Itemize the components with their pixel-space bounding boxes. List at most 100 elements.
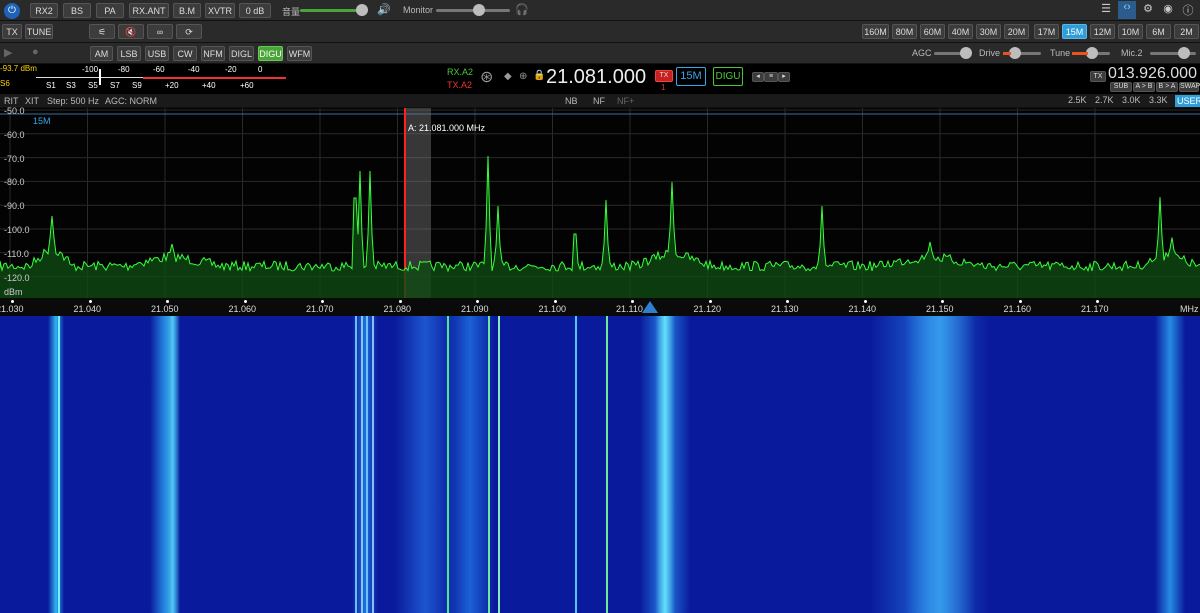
band-button-60m[interactable]: 60M [920, 24, 945, 39]
tx-badge[interactable]: TX [655, 70, 673, 82]
filter-button-2.5k[interactable]: 2.5K [1068, 95, 1087, 105]
filter-button-2.7k[interactable]: 2.7K [1095, 95, 1114, 105]
freq-tick-mark [553, 300, 557, 303]
waterfall-carrier-line [488, 316, 490, 613]
agc-slider[interactable] [934, 47, 972, 59]
rx-ant-button[interactable]: RX.ANT [129, 3, 169, 18]
meter-scale-bottom: S7 [110, 81, 120, 90]
filter-button-user[interactable]: USER [1175, 95, 1200, 107]
tune-slider[interactable] [1072, 47, 1110, 59]
agc-mode-label[interactable]: AGC: NORM [105, 96, 157, 106]
band-button-20m[interactable]: 20M [1004, 24, 1029, 39]
waterfall-signal-band [165, 316, 180, 613]
nf-button[interactable]: NF [593, 96, 605, 106]
mode-button-usb[interactable]: USB [145, 46, 169, 61]
vfo-band-button[interactable]: 15M [676, 67, 706, 86]
info-icon[interactable]: ⓘ [1180, 2, 1196, 18]
meter-scale-top: -40 [188, 65, 200, 74]
sub-vfo-button[interactable]: SUB [1110, 82, 1132, 92]
waterfall-carrier-line [575, 316, 577, 613]
step-label[interactable]: Step: 500 Hz [47, 96, 99, 106]
play-icon[interactable]: ⟳ [176, 24, 202, 39]
tag-icon[interactable]: ◆ [504, 71, 512, 82]
play-button-icon[interactable]: ▶ [4, 46, 12, 59]
vfo-next-button[interactable]: ▸ [778, 72, 790, 82]
mute-icon[interactable]: 🔇 [118, 24, 144, 39]
mic-slider[interactable] [1150, 47, 1196, 59]
waterfall-carrier-line [372, 316, 374, 613]
speaker-icon[interactable]: 🔊 [377, 3, 391, 16]
vfo-menu-button[interactable]: ≡ [764, 72, 778, 82]
waterfall[interactable] [0, 316, 1200, 613]
band-button-15m[interactable]: 15M [1062, 24, 1087, 39]
band-button-2m[interactable]: 2M [1174, 24, 1199, 39]
vfo-frequency[interactable]: 21.081.000 [546, 66, 646, 89]
vfo-mode-button[interactable]: DIGU [713, 67, 743, 86]
freq-scale-label: 21.040 [73, 304, 102, 314]
bs-button[interactable]: BS [63, 3, 91, 18]
sub-vfo-frequency[interactable]: 013.926.000 [1108, 65, 1197, 83]
mode-button-cw[interactable]: CW [173, 46, 197, 61]
filter-button-3.0k[interactable]: 3.0K [1122, 95, 1141, 105]
band-button-80m[interactable]: 80M [892, 24, 917, 39]
tuning-knob-icon[interactable]: ⊛ [480, 67, 493, 87]
mode-button-digl[interactable]: DIGL [229, 46, 254, 61]
add-icon[interactable]: ⊕ [519, 71, 527, 82]
lock-icon[interactable]: 🔒 [533, 70, 545, 81]
attenuator-button[interactable]: 0 dB [239, 3, 271, 18]
band-button-30m[interactable]: 30M [976, 24, 1001, 39]
band-button-12m[interactable]: 12M [1090, 24, 1115, 39]
vfo-marker-label: A: 21.081.000 MHz [408, 123, 486, 133]
freq-scale-label: 21.130 [771, 304, 799, 314]
center-marker-icon[interactable] [642, 301, 658, 313]
freq-tick-mark [476, 300, 479, 303]
nb-button[interactable]: NB [565, 96, 578, 106]
volume-slider[interactable] [300, 4, 368, 16]
band-button-10m[interactable]: 10M [1118, 24, 1143, 39]
mode-toolbar: ▶ ● AM LSB USB CW NFM DIGL DIGU WFM AGC Drive T… [0, 43, 1200, 64]
eq-icon[interactable]: ⚟ [89, 24, 115, 39]
band-button-40m[interactable]: 40M [948, 24, 973, 39]
nfplus-button[interactable]: NF+ [617, 96, 634, 106]
rx2-button[interactable]: RX2 [30, 3, 58, 18]
code-icon[interactable]: ‹› [1118, 1, 1136, 19]
bm-button[interactable]: B.M [173, 3, 201, 18]
frequency-axis[interactable]: 21.030 21.040 21.050 21.060 21.070 21.080 21.0… [0, 298, 1200, 316]
db-scale-label: -50.0 [4, 106, 25, 116]
sub-vfo-button[interactable]: B > A [1156, 82, 1178, 92]
band-button-6m[interactable]: 6M [1146, 24, 1171, 39]
sub-tx-badge[interactable]: TX [1090, 71, 1106, 82]
list-icon[interactable]: ☰ [1098, 2, 1114, 15]
sub-vfo-button[interactable]: A > B [1133, 82, 1155, 92]
xvtr-button[interactable]: XVTR [205, 3, 235, 18]
filter-button-3.3k[interactable]: 3.3K [1149, 95, 1168, 105]
tx-number: 1 [661, 83, 666, 92]
mode-button-lsb[interactable]: LSB [117, 46, 141, 61]
mode-button-wfm[interactable]: WFM [287, 46, 312, 61]
tune-label: Tune [1050, 48, 1071, 58]
power-icon[interactable]: ⏻ [4, 3, 20, 19]
mode-button-am[interactable]: AM [90, 46, 113, 61]
pa-button[interactable]: PA [96, 3, 124, 18]
waterfall-signal-band [48, 316, 64, 613]
sub-vfo-button[interactable]: SWAP [1179, 82, 1200, 92]
tx-button[interactable]: TX [2, 24, 22, 39]
rit-button[interactable]: RIT [4, 96, 19, 106]
spectrum-panel[interactable]: 15M A: 21.081.000 MHz -50.0 -60.0 -70.0 -80… [0, 106, 1200, 298]
band-button-160m[interactable]: 160M [862, 24, 889, 39]
drive-slider[interactable] [1003, 47, 1041, 59]
tx-antenna-label: TX.A2 [447, 80, 473, 90]
settings-icon[interactable]: ⚙ [1140, 2, 1156, 15]
headphones-icon[interactable]: 🎧 [515, 3, 529, 16]
mode-button-nfm[interactable]: NFM [201, 46, 225, 61]
monitor-slider[interactable] [436, 4, 510, 16]
band-button-17m[interactable]: 17M [1034, 24, 1059, 39]
tune-button[interactable]: TUNE [25, 24, 53, 39]
freq-tick-mark [786, 300, 789, 303]
color-icon[interactable]: ◉ [1160, 2, 1176, 15]
vfo-prev-button[interactable]: ◂ [752, 72, 764, 82]
record-icon[interactable]: ∞ [147, 24, 173, 39]
record-button-icon[interactable]: ● [32, 46, 39, 58]
mode-button-digu[interactable]: DIGU [258, 46, 283, 61]
xit-button[interactable]: XIT [25, 96, 39, 106]
